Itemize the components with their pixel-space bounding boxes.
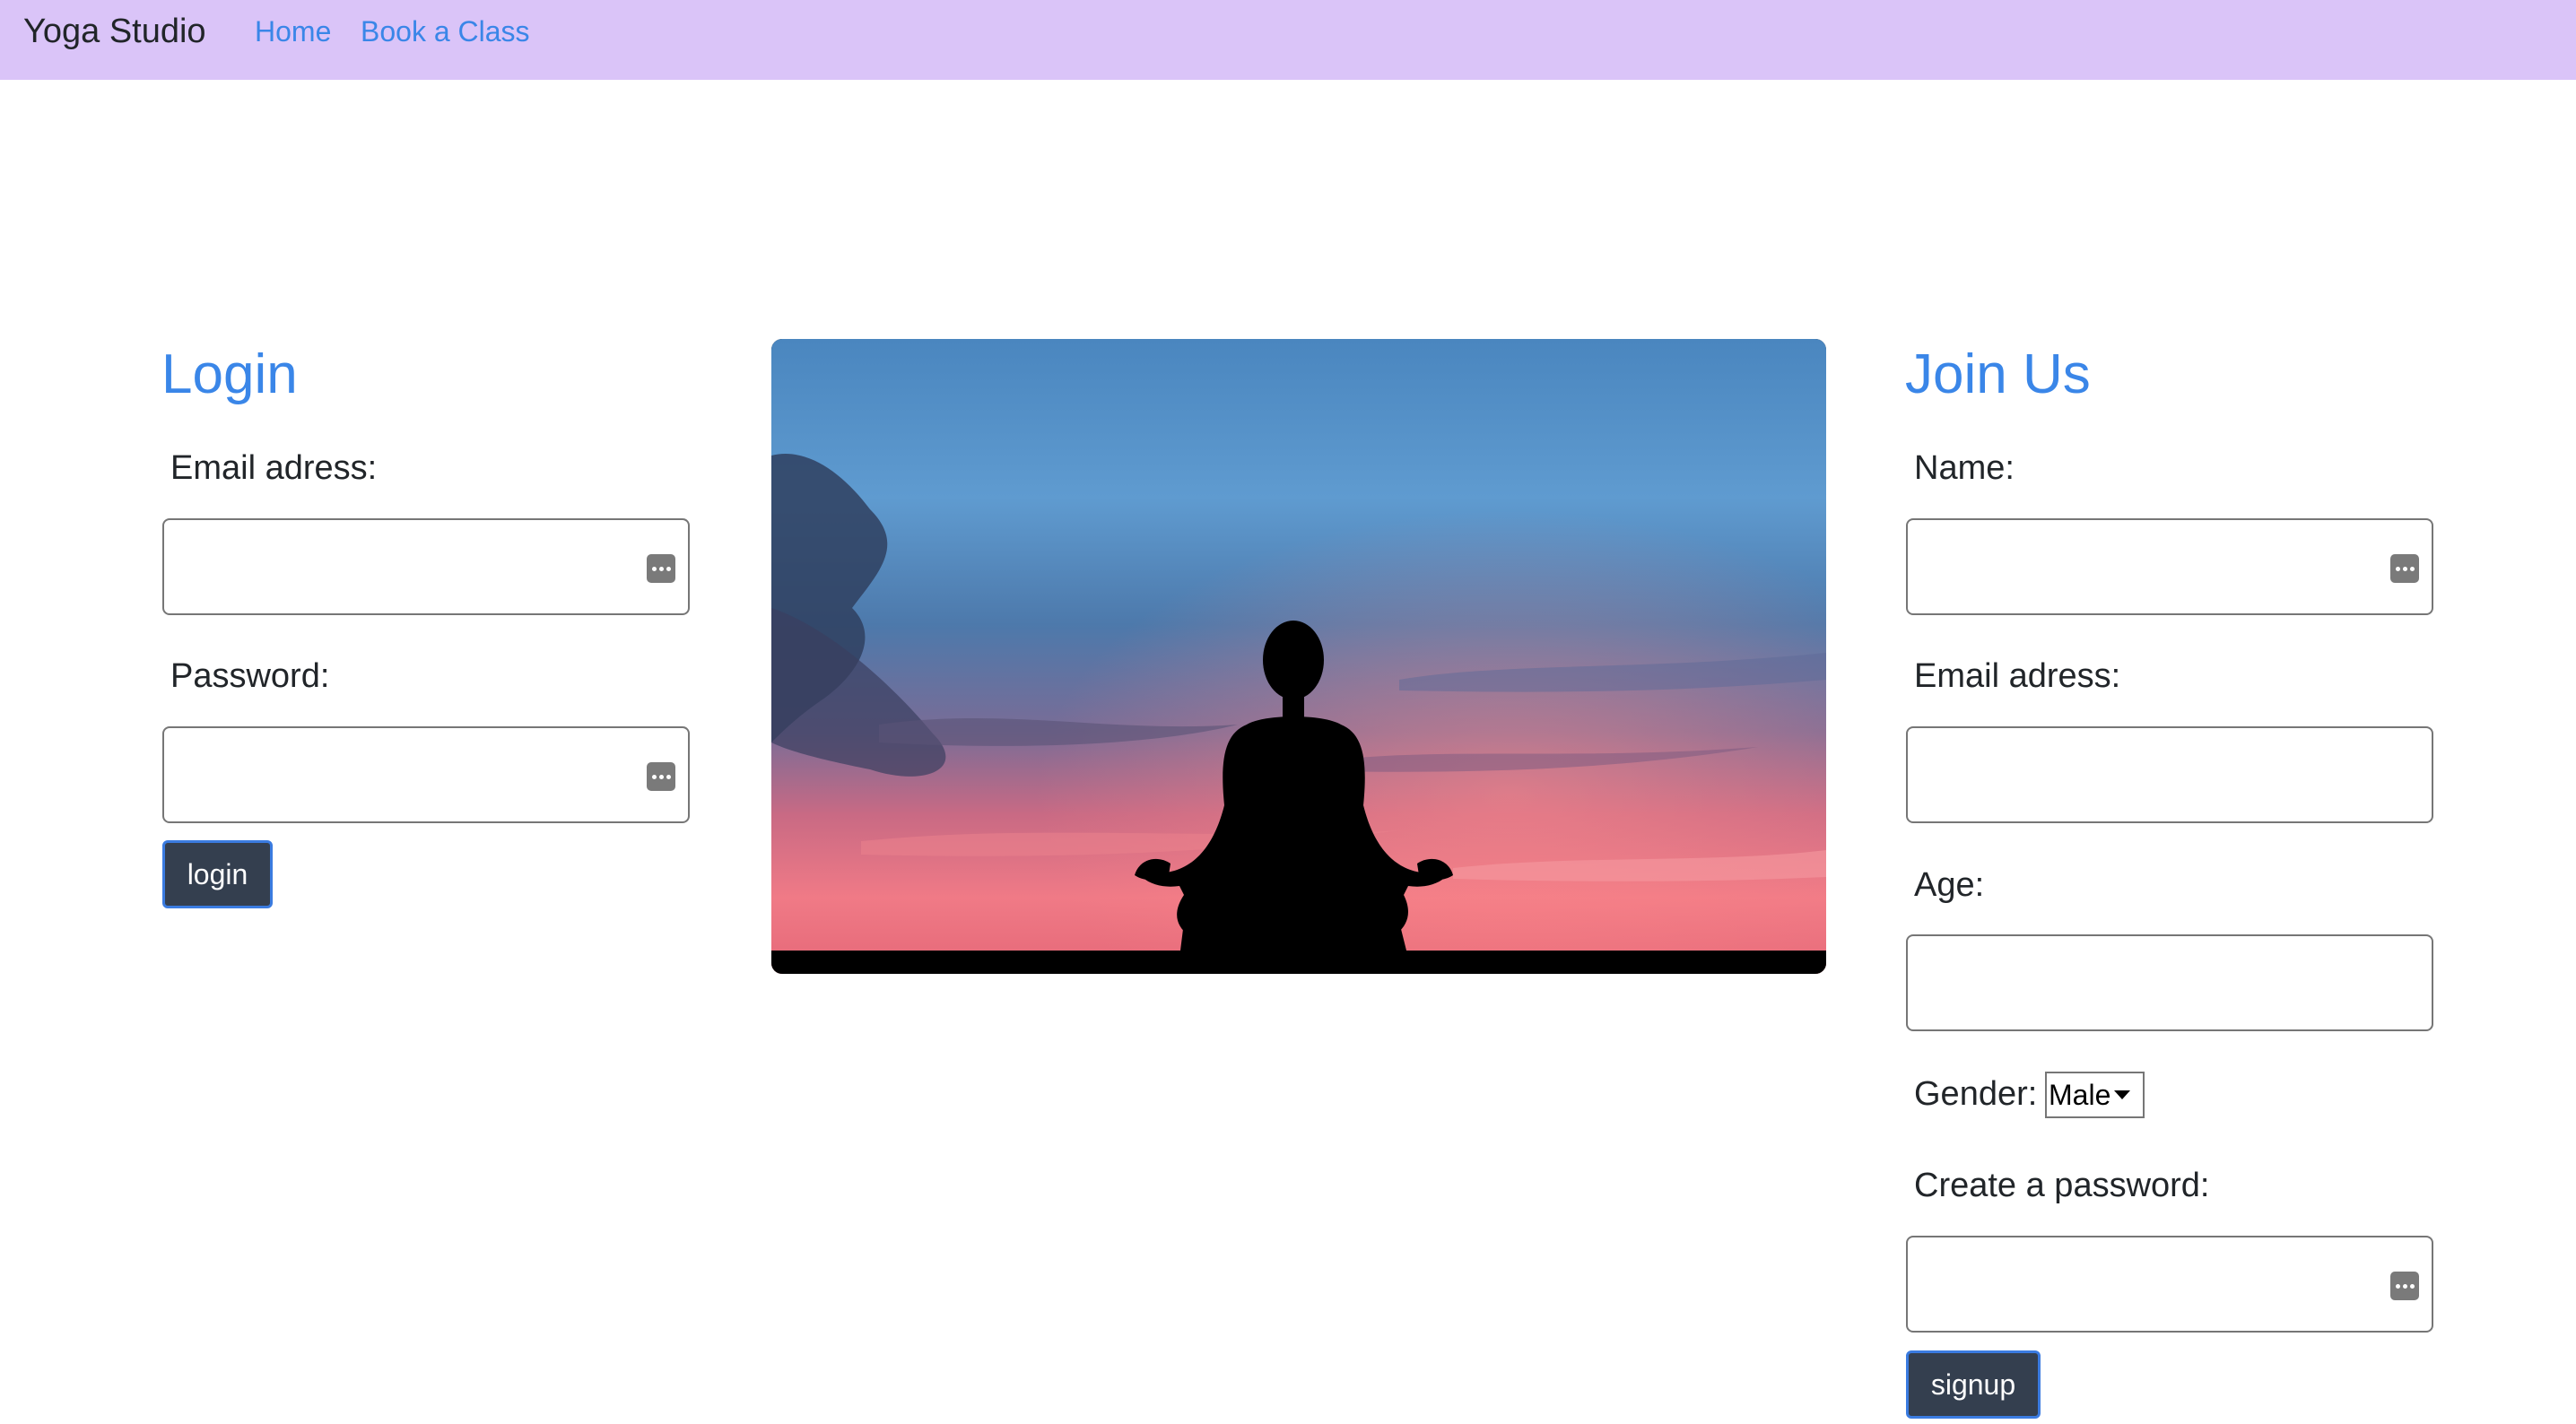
signup-title: Join Us [1905,343,2091,405]
nav-link-home[interactable]: Home [255,11,331,52]
password-manager-icon[interactable] [2390,554,2419,583]
signup-gender-label: Gender: [1914,1075,2038,1113]
login-password-label: Password: [170,657,330,695]
password-manager-icon[interactable] [2390,1272,2419,1300]
meditation-hero-image [771,339,1826,974]
signup-button[interactable]: signup [1906,1350,2041,1419]
login-email-field[interactable] [162,518,690,615]
login-email-label: Email adress: [170,449,378,487]
nav-link-book-class[interactable]: Book a Class [361,11,530,52]
login-title: Login [161,343,298,405]
password-manager-icon[interactable] [647,762,675,791]
signup-age-field[interactable] [1906,934,2433,1031]
signup-email-label: Email adress: [1914,657,2121,695]
top-navbar: Yoga Studio Home Book a Class [0,0,2576,80]
meditation-silhouette-image [771,339,1826,974]
signup-email-field[interactable] [1906,726,2433,823]
signup-age-label: Age: [1914,866,1985,904]
brand-logo[interactable]: Yoga Studio [23,9,206,54]
gender-select[interactable]: Male [2045,1072,2145,1118]
password-manager-icon[interactable] [647,554,675,583]
signup-name-field[interactable] [1906,518,2433,615]
signup-password-label: Create a password: [1914,1167,2210,1204]
chevron-down-icon [2114,1090,2131,1099]
gender-selected-value: Male [2049,1078,2111,1111]
signup-name-label: Name: [1914,449,2015,487]
login-password-field[interactable] [162,726,690,823]
login-button[interactable]: login [162,840,273,908]
signup-password-field[interactable] [1906,1236,2433,1333]
